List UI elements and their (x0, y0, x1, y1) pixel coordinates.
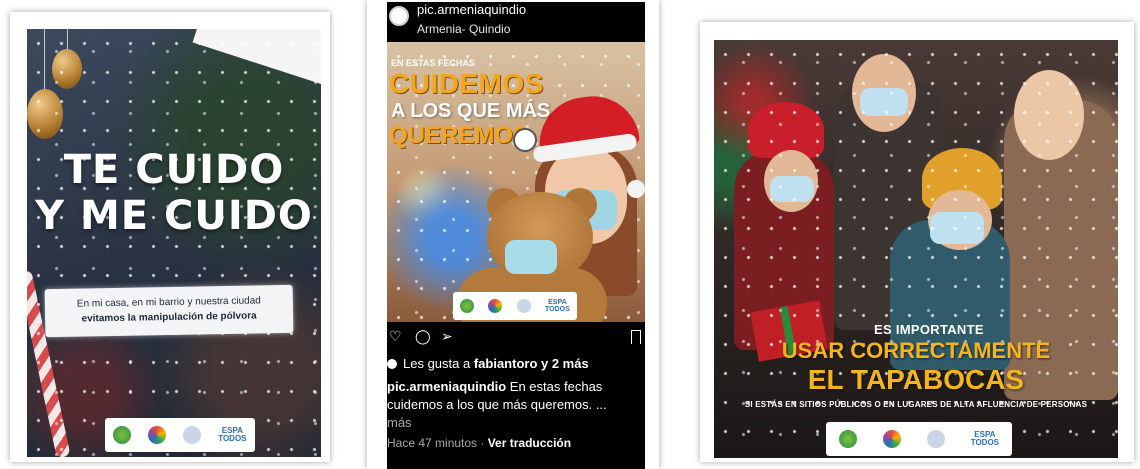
sponsor-logo-strip: ESPA TODOS (826, 422, 1012, 456)
secretary-seal-icon (926, 430, 945, 448)
health-secretary-logo-icon (488, 299, 503, 313)
espa-todos-logo: ESPA TODOS (971, 431, 999, 447)
poster-headline-line3: EL TAPABOCAS (807, 364, 1025, 395)
poster-title-line2: Y ME CUIDO (35, 193, 313, 239)
bookmark-icon[interactable] (631, 330, 641, 344)
share-icon[interactable]: ➢ (441, 330, 455, 344)
translate-link[interactable]: Ver traducción (488, 436, 571, 450)
city-logo-icon (838, 430, 857, 448)
instagram-post-image[interactable]: EN ESTAS FECHAS CUIDEMOS A LOS QUE MÁS Q… (387, 42, 645, 322)
logo-espa-text: ESPA (548, 299, 567, 306)
secretary-seal-icon (516, 299, 531, 313)
espa-todos-logo: ESPA TODOS (545, 299, 570, 313)
instagram-post-card: pic.armeniaquindio Armenia- Quindio EN E… (367, 0, 659, 469)
city-logo-icon (460, 299, 475, 313)
likes-suffix[interactable]: y 2 más (537, 356, 589, 371)
comment-icon[interactable]: ◯ (415, 330, 431, 344)
face-mask-icon (505, 240, 557, 274)
heart-icon[interactable]: ♡ (389, 330, 403, 344)
santa-hat-pompom (627, 180, 645, 198)
mask-badge-icon (513, 128, 537, 152)
post-pre-title: EN ESTAS FECHAS (391, 58, 475, 68)
post-title-line2: A LOS QUE MÁS (391, 100, 551, 122)
poster-message-banner: En mi casa, en mi barrio y nuestra ciuda… (44, 284, 294, 338)
caption-more-link[interactable]: más (387, 414, 641, 432)
health-secretary-logo-icon (882, 430, 901, 448)
post-username[interactable]: pic.armeniaquindio (417, 2, 526, 17)
caption-username[interactable]: pic.armeniaquindio (387, 379, 506, 394)
poster-image-te-cuido: TE CUIDO Y ME CUIDO En mi casa, en mi ba… (27, 29, 321, 457)
liker-avatar-icon (387, 359, 397, 369)
sponsor-logo-strip: ESPA TODOS (453, 292, 577, 320)
instagram-post-footer: ♡ ◯ ➢ Les gusta a fabiantoro y 2 más pic… (387, 322, 645, 469)
post-title-line1: CUIDEMOS (389, 68, 544, 99)
logo-todos-text: TODOS (970, 438, 1000, 447)
city-logo-icon (113, 426, 132, 444)
likes-user[interactable]: fabiantoro (474, 356, 538, 371)
poster-headline-line1: ES IMPORTANTE (874, 322, 984, 337)
logo-todos-text: TODOS (545, 306, 570, 313)
likes-text[interactable]: Les gusta a fabiantoro y 2 más (387, 356, 589, 371)
post-title-line3: QUEREMOS (389, 122, 530, 149)
poster-card-tapabocas: ES IMPORTANTE USAR CORRECTAMENTE EL TAPA… (700, 22, 1134, 462)
instagram-post-header: pic.armeniaquindio Armenia- Quindio (387, 2, 645, 42)
post-timestamp: Hace 47 minutos (387, 436, 478, 450)
health-secretary-logo-icon (148, 426, 167, 444)
poster-title: TE CUIDO Y ME CUIDO (27, 147, 321, 239)
poster-title-line1: TE CUIDO (63, 147, 285, 193)
poster-subtext: SI ESTÁS EN SITIOS PÚBLICOS O EN LUGARES… (744, 400, 1088, 409)
avatar[interactable] (389, 6, 409, 26)
espa-todos-logo: ESPA TODOS (218, 427, 246, 443)
sponsor-logo-strip: ESPA TODOS (105, 418, 255, 452)
post-location[interactable]: Armenia- Quindio (417, 22, 510, 36)
meta-separator: · (477, 436, 488, 450)
post-caption: pic.armeniaquindio En estas fechas cuide… (387, 378, 641, 432)
post-meta: Hace 47 minutos · Ver traducción (387, 436, 571, 450)
poster-headline-line2: USAR CORRECTAMENTE (781, 338, 1051, 363)
poster-image-tapabocas: ES IMPORTANTE USAR CORRECTAMENTE EL TAPA… (714, 40, 1118, 458)
secretary-seal-icon (183, 426, 202, 444)
snow-overlay (27, 29, 321, 457)
logo-todos-text: TODOS (218, 434, 247, 443)
poster-card-te-cuido: TE CUIDO Y ME CUIDO En mi casa, en mi ba… (10, 12, 330, 462)
likes-prefix: Les gusta a (403, 356, 474, 371)
banner-line2: evitamos la manipulación de pólvora (81, 310, 257, 325)
post-action-bar: ♡ ◯ ➢ (389, 330, 455, 344)
